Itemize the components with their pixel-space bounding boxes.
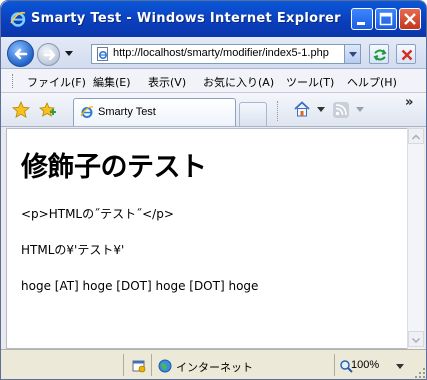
rss-icon xyxy=(335,104,347,116)
maximize-icon xyxy=(379,12,393,26)
back-button[interactable] xyxy=(7,40,34,67)
menu-tools[interactable]: ツール(T) xyxy=(286,74,334,90)
title-bar[interactable]: Smarty Test - Windows Internet Explorer xyxy=(1,1,426,37)
tab-label: Smarty Test xyxy=(98,106,156,118)
tab-toolbar: Smarty Test » xyxy=(1,93,426,127)
scroll-up-button[interactable] xyxy=(408,128,424,144)
page-content: 修飾子のテスト <p>HTMLの˝テスト˝</p> HTMLの¥'テスト¥' h… xyxy=(6,128,407,349)
close-icon xyxy=(404,13,416,25)
zoom-level[interactable]: 100% xyxy=(351,359,379,371)
zoom-dropdown-icon[interactable] xyxy=(396,364,404,370)
status-separator xyxy=(151,354,152,376)
address-dropdown-button[interactable] xyxy=(344,45,360,63)
menu-view[interactable]: 表示(V) xyxy=(148,74,186,90)
menu-favorites[interactable]: お気に入り(A) xyxy=(203,74,274,90)
minimize-icon xyxy=(357,22,365,25)
address-field[interactable]: http://localhost/smarty/modifier/index5-… xyxy=(91,44,361,64)
page-heading: 修飾子のテスト xyxy=(21,152,207,183)
back-arrow-icon xyxy=(14,48,28,60)
home-icon[interactable] xyxy=(293,100,311,118)
menu-edit[interactable]: 編集(E) xyxy=(93,74,131,90)
content-line-2: HTMLの¥'テスト¥' xyxy=(21,243,125,257)
status-separator xyxy=(123,354,124,376)
refresh-button[interactable] xyxy=(369,44,389,64)
browser-window: Smarty Test - Windows Internet Explorer … xyxy=(0,0,427,380)
minimize-button[interactable] xyxy=(351,8,373,30)
forward-arrow-icon xyxy=(43,49,56,61)
close-button[interactable] xyxy=(399,8,421,30)
stop-icon xyxy=(401,49,413,61)
new-tab-button[interactable] xyxy=(239,102,267,126)
status-separator xyxy=(334,354,335,376)
page-icon xyxy=(97,47,108,61)
menu-bar: ファイル(F) 編集(E) 表示(V) お気に入り(A) ツール(T) ヘルプ(… xyxy=(1,69,426,93)
tab-smarty-test[interactable]: Smarty Test xyxy=(73,98,236,126)
content-line-1: <p>HTMLの˝テスト˝</p> xyxy=(21,207,174,221)
address-toolbar: http://localhost/smarty/modifier/index5-… xyxy=(1,37,426,69)
forward-button[interactable] xyxy=(37,43,60,66)
window-title: Smarty Test - Windows Internet Explorer xyxy=(31,11,341,26)
ie-page-icon xyxy=(80,106,94,118)
toolbar-separator xyxy=(277,101,278,121)
scroll-down-button[interactable] xyxy=(408,331,424,347)
ie-logo-icon xyxy=(10,11,26,27)
stop-button[interactable] xyxy=(396,44,416,64)
popup-blocker-icon[interactable] xyxy=(132,359,146,373)
scroll-down-icon xyxy=(411,337,421,344)
url-text[interactable]: http://localhost/smarty/modifier/index5-… xyxy=(113,47,341,59)
security-zone-label[interactable]: インターネット xyxy=(176,359,253,375)
toolbar-grip[interactable] xyxy=(12,74,14,88)
menu-help[interactable]: ヘルプ(H) xyxy=(347,74,397,90)
chevron-down-icon xyxy=(349,52,357,57)
vertical-scrollbar[interactable] xyxy=(407,128,424,349)
more-tools-chevron-icon[interactable]: » xyxy=(405,95,413,110)
favorites-star-icon[interactable] xyxy=(12,101,30,119)
status-bar: インターネット 100% xyxy=(1,349,426,379)
add-favorites-icon[interactable] xyxy=(39,101,57,119)
history-dropdown-icon[interactable] xyxy=(64,48,74,58)
refresh-icon xyxy=(373,49,387,61)
feeds-dropdown-icon[interactable] xyxy=(356,107,364,113)
internet-zone-globe-icon[interactable] xyxy=(158,359,172,373)
content-line-3: hoge [AT] hoge [DOT] hoge [DOT] hoge xyxy=(21,279,259,293)
menu-file[interactable]: ファイル(F) xyxy=(27,74,86,90)
maximize-button[interactable] xyxy=(375,8,397,30)
feeds-icon[interactable] xyxy=(333,102,349,118)
scroll-up-icon xyxy=(411,134,421,140)
home-dropdown-icon[interactable] xyxy=(317,107,325,113)
resize-grip-icon[interactable] xyxy=(414,367,426,379)
